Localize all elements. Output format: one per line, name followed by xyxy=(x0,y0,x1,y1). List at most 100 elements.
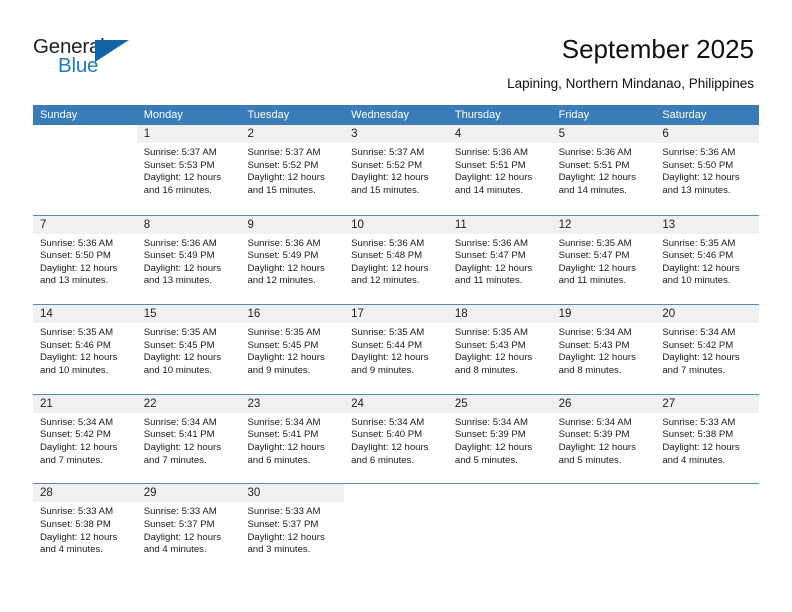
day-number: 15 xyxy=(143,308,157,321)
sunset-text: Sunset: 5:51 PM xyxy=(454,159,526,171)
calendar-day-cell[interactable]: 22 Sunrise: 5:34 AM Sunset: 5:41 PM Dayligh… xyxy=(136,394,241,484)
daylight-text-line1: Daylight: 12 hours xyxy=(143,531,222,543)
weekday-header-wednesday: Wednesday xyxy=(351,109,410,121)
sunset-text: Sunset: 5:46 PM xyxy=(40,339,111,351)
day-number: 26 xyxy=(558,397,572,410)
sunrise-text: Sunrise: 5:34 AM xyxy=(558,327,632,339)
day-number-band: 8 xyxy=(136,215,241,234)
day-number: 13 xyxy=(662,218,676,231)
calendar-empty-cell xyxy=(552,484,656,573)
calendar-day-cell[interactable]: 26 Sunrise: 5:34 AM Sunset: 5:39 PM Dayligh… xyxy=(551,394,656,484)
calendar-day-cell[interactable]: 1 Sunrise: 5:37 AM Sunset: 5:53 PM Daylight… xyxy=(136,125,241,215)
calendar-empty-cell xyxy=(344,484,448,573)
daylight-text-line2: and 13 minutes. xyxy=(143,275,212,287)
daylight-text-line2: and 4 minutes. xyxy=(40,544,103,556)
day-number-band: 1 xyxy=(136,125,241,143)
sunset-text: Sunset: 5:45 PM xyxy=(247,339,319,351)
sunrise-text: Sunrise: 5:34 AM xyxy=(351,416,425,428)
day-details: Sunrise: 5:33 AM Sunset: 5:38 PM Daylight:… xyxy=(33,502,137,556)
day-number: 6 xyxy=(662,128,669,140)
calendar-day-cell[interactable]: 29 Sunrise: 5:33 AM Sunset: 5:37 PM Dayligh… xyxy=(136,484,241,573)
day-details: Sunrise: 5:33 AM Sunset: 5:38 PM Daylight:… xyxy=(655,413,759,467)
weekday-header-saturday: Saturday xyxy=(662,109,707,121)
sunrise-text: Sunrise: 5:36 AM xyxy=(143,237,217,249)
calendar-day-cell[interactable]: 13 Sunrise: 5:35 AM Sunset: 5:46 PM Dayligh… xyxy=(655,215,760,305)
calendar-day-cell[interactable]: 18 Sunrise: 5:35 AM Sunset: 5:43 PM Dayligh… xyxy=(447,305,552,394)
calendar-day-cell[interactable]: 24 Sunrise: 5:34 AM Sunset: 5:40 PM Dayligh… xyxy=(344,394,448,484)
calendar-empty-cell xyxy=(448,484,552,573)
day-details: Sunrise: 5:37 AM Sunset: 5:52 PM Daylight:… xyxy=(344,143,448,197)
sunset-text: Sunset: 5:42 PM xyxy=(40,429,111,441)
calendar-day-cell[interactable]: 11 Sunrise: 5:36 AM Sunset: 5:47 PM Dayligh… xyxy=(447,215,552,305)
daylight-text-line1: Daylight: 12 hours xyxy=(454,441,533,453)
daylight-text-line2: and 7 minutes. xyxy=(143,454,207,466)
day-number-band: 18 xyxy=(447,305,552,324)
day-details: Sunrise: 5:36 AM Sunset: 5:51 PM Daylight:… xyxy=(448,143,552,197)
daylight-text-line1: Daylight: 12 hours xyxy=(40,531,118,543)
day-number: 7 xyxy=(40,218,47,231)
calendar-day-cell[interactable]: 7 Sunrise: 5:36 AM Sunset: 5:50 PM Daylight… xyxy=(33,215,137,305)
daylight-text-line1: Daylight: 12 hours xyxy=(247,531,325,543)
calendar-day-cell[interactable]: 8 Sunrise: 5:36 AM Sunset: 5:49 PM Daylight… xyxy=(136,215,241,305)
day-number-band: 22 xyxy=(136,394,241,413)
calendar-day-cell[interactable]: 5 Sunrise: 5:36 AM Sunset: 5:51 PM Daylight… xyxy=(551,125,656,215)
sunrise-text: Sunrise: 5:37 AM xyxy=(143,147,217,158)
day-number-band: 3 xyxy=(344,125,448,143)
general-blue-logo[interactable]: General Blue xyxy=(33,36,153,82)
calendar-day-cell[interactable]: 3 Sunrise: 5:37 AM Sunset: 5:52 PM Daylight… xyxy=(344,125,448,215)
daylight-text-line2: and 9 minutes. xyxy=(247,364,311,376)
calendar-day-cell[interactable]: 16 Sunrise: 5:35 AM Sunset: 5:45 PM Dayligh… xyxy=(240,305,345,394)
calendar-day-cell[interactable]: 28 Sunrise: 5:33 AM Sunset: 5:38 PM Dayligh… xyxy=(33,484,137,573)
calendar-day-cell[interactable]: 6 Sunrise: 5:36 AM Sunset: 5:50 PM Daylight… xyxy=(655,125,760,215)
daylight-text-line1: Daylight: 12 hours xyxy=(143,172,222,184)
calendar-day-cell[interactable]: 21 Sunrise: 5:34 AM Sunset: 5:42 PM Dayligh… xyxy=(33,394,137,484)
daylight-text-line1: Daylight: 12 hours xyxy=(351,262,429,274)
day-number: 24 xyxy=(351,397,364,410)
sunrise-text: Sunrise: 5:36 AM xyxy=(40,237,114,249)
sunrise-text: Sunrise: 5:34 AM xyxy=(247,416,321,428)
sunset-text: Sunset: 5:51 PM xyxy=(558,159,630,171)
daylight-text-line2: and 15 minutes. xyxy=(351,184,420,196)
sunrise-text: Sunrise: 5:35 AM xyxy=(143,327,217,339)
sunset-text: Sunset: 5:53 PM xyxy=(143,159,215,171)
sunset-text: Sunset: 5:43 PM xyxy=(558,339,630,351)
calendar-day-cell[interactable]: 9 Sunrise: 5:36 AM Sunset: 5:49 PM Daylight… xyxy=(240,215,345,305)
calendar-day-cell[interactable]: 2 Sunrise: 5:37 AM Sunset: 5:52 PM Daylight… xyxy=(240,125,345,215)
calendar-day-cell[interactable]: 25 Sunrise: 5:34 AM Sunset: 5:39 PM Dayligh… xyxy=(447,394,552,484)
day-number-band: 15 xyxy=(136,305,241,324)
calendar-day-cell[interactable]: 17 Sunrise: 5:35 AM Sunset: 5:44 PM Dayligh… xyxy=(344,305,448,394)
daylight-text-line1: Daylight: 12 hours xyxy=(40,441,118,453)
weekday-header-row: Sunday Monday Tuesday Wednesday Thursday Frid… xyxy=(33,105,759,125)
sunrise-text: Sunrise: 5:37 AM xyxy=(351,147,425,158)
calendar-day-cell[interactable]: 20 Sunrise: 5:34 AM Sunset: 5:42 PM Dayligh… xyxy=(655,305,760,394)
day-number: 11 xyxy=(454,218,467,231)
day-number: 25 xyxy=(454,397,468,410)
day-number-band: 14 xyxy=(33,305,137,324)
day-number-band: 26 xyxy=(551,394,656,413)
day-details: Sunrise: 5:34 AM Sunset: 5:40 PM Daylight:… xyxy=(344,413,448,467)
daylight-text-line2: and 10 minutes. xyxy=(143,364,212,376)
weekday-header-monday: Monday xyxy=(143,109,183,121)
daylight-text-line1: Daylight: 12 hours xyxy=(143,262,222,274)
calendar-day-cell[interactable]: 4 Sunrise: 5:36 AM Sunset: 5:51 PM Daylight… xyxy=(447,125,552,215)
sunset-text: Sunset: 5:41 PM xyxy=(247,429,319,441)
calendar-weeks: 1 Sunrise: 5:37 AM Sunset: 5:53 PM Daylight… xyxy=(33,125,760,573)
sunrise-text: Sunrise: 5:37 AM xyxy=(247,147,321,158)
calendar-day-cell[interactable]: 27 Sunrise: 5:33 AM Sunset: 5:38 PM Dayligh… xyxy=(655,394,760,484)
day-number-band: 10 xyxy=(344,215,448,234)
calendar-day-cell[interactable]: 23 Sunrise: 5:34 AM Sunset: 5:41 PM Dayligh… xyxy=(240,394,345,484)
calendar-day-cell[interactable]: 12 Sunrise: 5:35 AM Sunset: 5:47 PM Dayligh… xyxy=(551,215,656,305)
sunrise-text: Sunrise: 5:36 AM xyxy=(247,237,321,249)
calendar-day-cell[interactable]: 30 Sunrise: 5:33 AM Sunset: 5:37 PM Dayligh… xyxy=(240,484,345,573)
calendar-day-cell[interactable]: 14 Sunrise: 5:35 AM Sunset: 5:46 PM Dayligh… xyxy=(33,305,137,394)
calendar-day-cell[interactable]: 15 Sunrise: 5:35 AM Sunset: 5:45 PM Dayligh… xyxy=(136,305,241,394)
calendar-day-cell[interactable]: 19 Sunrise: 5:34 AM Sunset: 5:43 PM Dayligh… xyxy=(551,305,656,394)
day-number: 21 xyxy=(40,397,53,410)
daylight-text-line2: and 10 minutes. xyxy=(662,275,731,287)
calendar-day-cell[interactable]: 10 Sunrise: 5:36 AM Sunset: 5:48 PM Dayligh… xyxy=(344,215,448,305)
day-details: Sunrise: 5:37 AM Sunset: 5:53 PM Daylight:… xyxy=(137,143,241,197)
sunset-text: Sunset: 5:52 PM xyxy=(247,159,319,171)
day-number: 19 xyxy=(558,308,572,321)
daylight-text-line2: and 6 minutes. xyxy=(351,454,415,466)
daylight-text-line2: and 16 minutes. xyxy=(143,184,212,196)
